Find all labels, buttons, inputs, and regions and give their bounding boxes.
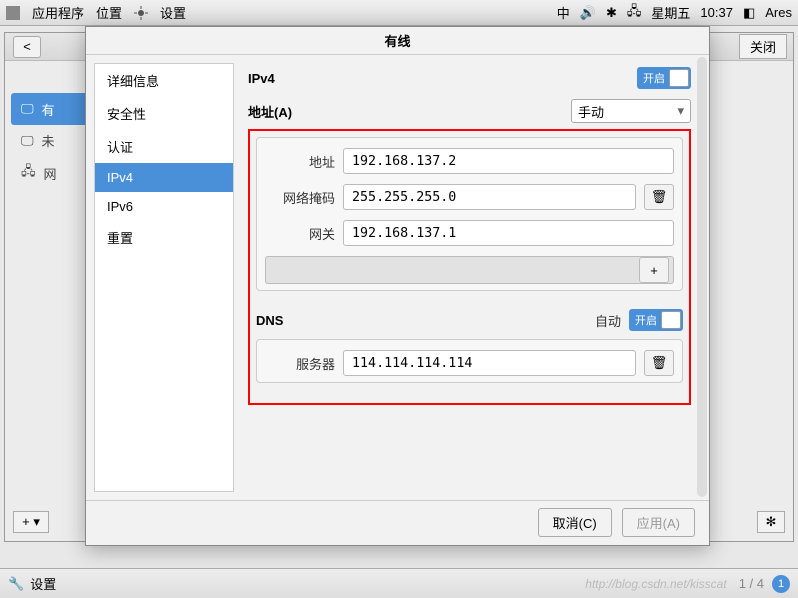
delete-dns-button[interactable]: 🗑 [644,350,674,376]
sidebar-item-ipv6[interactable]: IPv6 [95,192,233,221]
notification-badge[interactable]: 1 [772,575,790,593]
delete-address-button[interactable]: 🗑 [644,184,674,210]
gateway-label: 网关 [265,224,335,243]
menu-applications[interactable]: 应用程序 [32,3,84,22]
monitor-icon: 🖵 [21,101,34,117]
dns-server-label: 服务器 [265,354,335,373]
bg-conn-label: 有 [42,100,55,119]
bg-conn-label: 网 [44,164,57,183]
toggle-knob [661,311,681,329]
trash-icon: 🗑 [651,355,668,371]
ipv4-heading: IPv4 [248,71,275,86]
toggle-label: 开启 [629,312,657,328]
method-value: 手动 [578,102,604,121]
dns-heading: DNS [256,313,283,328]
method-combo[interactable]: 手动 [571,99,691,123]
clock-time: 10:37 [700,5,733,20]
clock-day: 星期五 [651,3,690,22]
highlighted-region: 地址 网络掩码 🗑 网关 + [248,129,691,405]
toggle-label: 开启 [637,70,665,86]
cancel-button[interactable]: 取消(C) [538,508,612,537]
dialog-content: IPv4 开启 地址(A) 手动 地址 [234,55,709,500]
bottom-taskbar: 🔧 设置 http://blog.csdn.net/kisscat 1 / 4 … [0,568,798,598]
bluetooth-icon[interactable]: ✱ [606,5,617,21]
sidebar-item-auth[interactable]: 认证 [95,130,233,163]
monitor-off-icon: 🖵 [21,133,34,149]
add-connection-button[interactable]: + ▾ [13,511,49,533]
watermark-text: http://blog.csdn.net/kisscat [585,577,726,591]
ipv4-toggle[interactable]: 开启 [637,67,691,89]
dialog-title: 有线 [86,27,709,55]
volume-icon[interactable]: 🔊 [580,5,596,21]
network-icon: 🖧 [21,162,36,184]
wired-connection-dialog: 有线 详细信息 安全性 认证 IPv4 IPv6 重置 IPv4 开启 地址(A… [85,26,710,546]
menu-places[interactable]: 位置 [96,3,122,22]
settings-icon [134,6,148,20]
content-scrollbar[interactable] [697,57,707,497]
sidebar-item-security[interactable]: 安全性 [95,97,233,130]
netmask-label: 网络掩码 [265,188,335,207]
network-tray-icon[interactable]: 🖧 [627,2,642,24]
dns-auto-toggle[interactable]: 开启 [629,309,683,331]
address-group: 地址 网络掩码 🗑 网关 + [256,137,683,291]
sidebar-item-reset[interactable]: 重置 [95,221,233,254]
bg-conn-label: 未 [42,131,55,150]
connection-settings-button[interactable]: ✻ [757,511,785,533]
add-address-button[interactable]: + [639,257,669,283]
dns-auto-label: 自动 [595,311,621,330]
menu-settings[interactable]: 设置 [160,3,186,22]
ime-indicator[interactable]: 中 [557,3,570,22]
apps-icon [6,6,20,20]
gear-icon: ✻ [766,514,777,530]
back-button[interactable]: < [13,36,41,58]
add-address-row: + [265,256,674,284]
address-label: 地址 [265,152,335,171]
address-input[interactable] [343,148,674,174]
wrench-icon: 🔧 [8,576,24,592]
dns-group: 服务器 🗑 [256,339,683,383]
sidebar-item-details[interactable]: 详细信息 [95,64,233,97]
netmask-input[interactable] [343,184,636,210]
top-panel: 应用程序 位置 设置 中 🔊 ✱ 🖧 星期五 10:37 ◧ Ares [0,0,798,26]
dns-server-input[interactable] [343,350,636,376]
sidebar-item-ipv4[interactable]: IPv4 [95,163,233,192]
close-button[interactable]: 关闭 [739,34,787,59]
plus-icon: + [650,263,658,278]
gateway-input[interactable] [343,220,674,246]
user-menu-icon[interactable]: ◧ [743,5,755,21]
toggle-knob [669,69,689,87]
address-heading: 地址(A) [248,102,292,121]
dialog-sidebar: 详细信息 安全性 认证 IPv4 IPv6 重置 [94,63,234,492]
taskbar-app-label[interactable]: 设置 [30,574,56,593]
apply-button[interactable]: 应用(A) [622,508,695,537]
user-name[interactable]: Ares [765,5,792,20]
page-indicator: 1 / 4 [739,576,764,591]
trash-icon: 🗑 [651,189,668,205]
